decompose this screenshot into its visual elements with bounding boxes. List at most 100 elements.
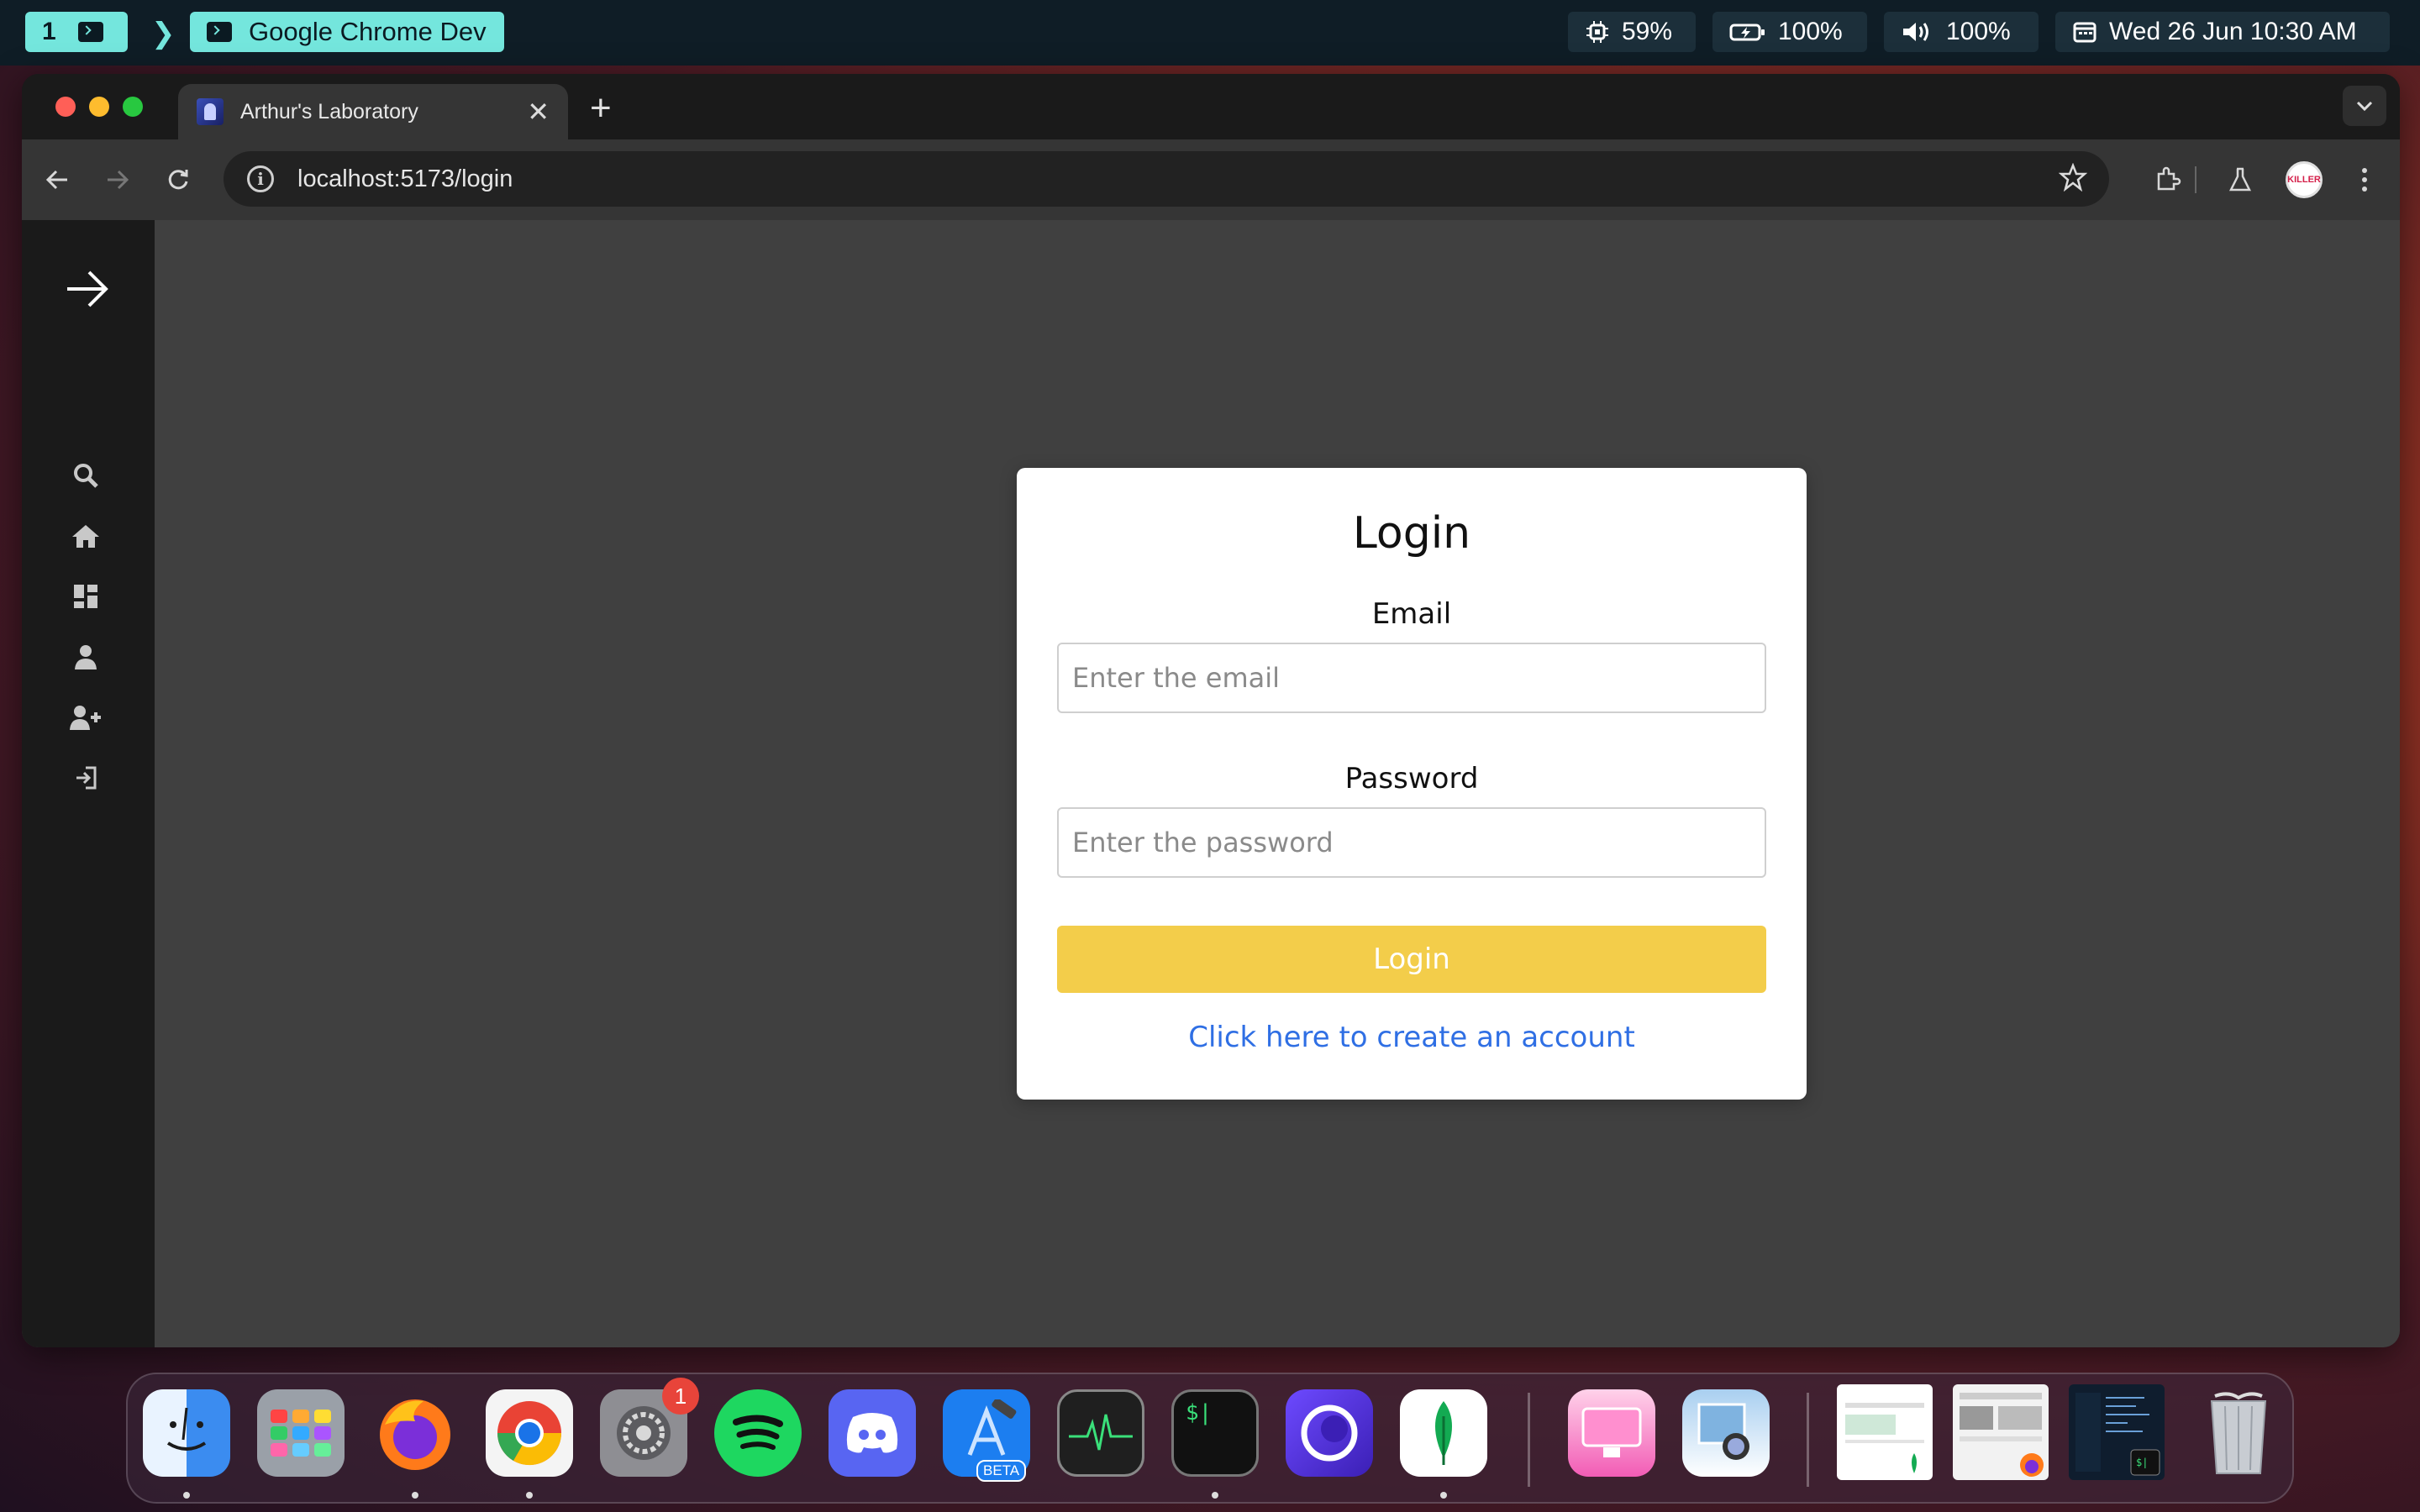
- battery-charging-icon: [1729, 24, 1765, 41]
- chevron-right-icon: ❯: [151, 18, 176, 50]
- labs-button[interactable]: [2223, 163, 2257, 197]
- minimize-window-button[interactable]: [89, 97, 109, 117]
- volume-status[interactable]: 100%: [1884, 12, 2039, 52]
- chevron-down-icon: [2356, 101, 2373, 112]
- speaker-icon: [1903, 23, 1928, 41]
- sidebar-item-home[interactable]: [67, 517, 104, 554]
- search-icon: [74, 464, 98, 488]
- login-icon: [76, 766, 97, 790]
- url-text[interactable]: localhost:5173/login: [297, 165, 513, 193]
- activity-monitor-icon: [1069, 1414, 1133, 1451]
- menu-bar: 1 ❯ Google Chrome Dev 59% 100% 100% Wed …: [0, 0, 2420, 66]
- battery-value: 100%: [1778, 18, 1843, 45]
- tab-close-icon[interactable]: ✕: [527, 96, 550, 128]
- dock-minimized-window[interactable]: [1953, 1384, 2049, 1480]
- back-arrow-icon: [45, 170, 67, 190]
- dock-system-settings[interactable]: 1: [600, 1378, 699, 1477]
- running-indicator: [526, 1492, 533, 1499]
- svg-text:$|: $|: [2136, 1457, 2148, 1468]
- flask-icon: [2228, 167, 2252, 192]
- cpu-icon: [1586, 21, 1608, 43]
- site-info-icon[interactable]: i: [247, 165, 274, 192]
- dock-proton-vpn[interactable]: [1286, 1389, 1373, 1477]
- sidebar-item-dashboard[interactable]: [67, 578, 104, 615]
- dock-xcode-beta[interactable]: BETA: [943, 1389, 1030, 1482]
- workspace-indicator[interactable]: 1: [25, 12, 128, 52]
- discord-icon: [846, 1413, 898, 1453]
- running-indicator: [1212, 1492, 1218, 1499]
- dock-preview[interactable]: [1682, 1389, 1770, 1477]
- sidebar-item-search[interactable]: [67, 457, 104, 494]
- dock-mongodb-compass[interactable]: [1400, 1389, 1487, 1477]
- sidebar-item-register[interactable]: [67, 699, 104, 736]
- bookmark-star-icon[interactable]: [2059, 163, 2087, 192]
- running-indicator: [1440, 1492, 1447, 1499]
- user-icon: [75, 645, 97, 669]
- login-title: Login: [1352, 508, 1471, 559]
- address-bar[interactable]: i localhost:5173/login: [224, 151, 2109, 207]
- email-label: Email: [1371, 597, 1452, 631]
- active-app-indicator[interactable]: Google Chrome Dev: [190, 12, 504, 52]
- email-field[interactable]: [1057, 643, 1766, 713]
- cpu-status[interactable]: 59%: [1568, 12, 1696, 52]
- sidebar-item-login[interactable]: [67, 759, 104, 796]
- window-thumbnail-icon: $|: [2075, 1393, 2160, 1476]
- mongodb-leaf-icon: [1435, 1401, 1452, 1465]
- preview-icon: [1697, 1403, 1749, 1460]
- workspace-number: 1: [42, 18, 56, 45]
- window-thumbnail-icon: [1845, 1403, 1924, 1473]
- tab-title: Arthur's Laboratory: [240, 99, 418, 123]
- login-button[interactable]: Login: [1057, 926, 1766, 993]
- battery-status[interactable]: 100%: [1712, 12, 1867, 52]
- running-indicator: [183, 1492, 190, 1499]
- dock-firefox[interactable]: [371, 1389, 459, 1477]
- browser-window: Arthur's Laboratory ✕ + i localhost:5173…: [22, 74, 2400, 1347]
- trash-icon: [2210, 1392, 2267, 1474]
- login-card: Login Email Password Login Click here to…: [1017, 468, 1807, 1100]
- spotify-icon: [733, 1415, 783, 1450]
- close-window-button[interactable]: [55, 97, 76, 117]
- dock-activity-monitor[interactable]: [1057, 1389, 1144, 1477]
- web-page: Login Email Password Login Click here to…: [22, 220, 2400, 1347]
- app-sidebar: [22, 220, 155, 1347]
- toolbar-divider: [2195, 166, 2196, 193]
- sidebar-item-profile[interactable]: [67, 638, 104, 675]
- new-tab-button[interactable]: +: [590, 87, 612, 129]
- sidebar-expand-button[interactable]: [64, 265, 111, 312]
- dock-cleanmymac[interactable]: [1568, 1389, 1655, 1477]
- firefox-icon: [380, 1399, 450, 1470]
- maximize-window-button[interactable]: [123, 97, 143, 117]
- dock-minimized-window[interactable]: $|: [2069, 1384, 2165, 1480]
- reload-button[interactable]: [158, 160, 198, 200]
- dock: 1 BETA $| $|: [126, 1373, 2294, 1504]
- avatar-text: KILLER: [2287, 175, 2321, 185]
- volume-value: 100%: [1946, 18, 2011, 45]
- tab-search-button[interactable]: [2343, 86, 2386, 126]
- extensions-button[interactable]: [2151, 163, 2185, 197]
- dock-chrome-dev[interactable]: [486, 1389, 573, 1477]
- user-add-icon: [70, 706, 101, 730]
- create-account-link[interactable]: Click here to create an account: [1017, 1021, 1807, 1054]
- dock-terminal[interactable]: $|: [1171, 1389, 1259, 1477]
- dock-separator: [1528, 1393, 1530, 1487]
- puzzle-icon: [2157, 166, 2181, 191]
- profile-avatar[interactable]: KILLER: [2286, 161, 2323, 198]
- forward-button[interactable]: [97, 160, 138, 200]
- dock-trash[interactable]: [2195, 1389, 2282, 1477]
- dashboard-icon: [74, 585, 97, 608]
- dock-discord[interactable]: [829, 1389, 916, 1477]
- dock-separator: [1807, 1393, 1809, 1487]
- browser-menu-button[interactable]: [2348, 163, 2381, 197]
- beta-badge: BETA: [976, 1460, 1027, 1482]
- datetime-status[interactable]: Wed 26 Jun 10:30 AM: [2055, 12, 2390, 52]
- dock-launchpad[interactable]: [257, 1389, 345, 1477]
- tab-active[interactable]: Arthur's Laboratory ✕: [178, 84, 568, 139]
- back-button[interactable]: [37, 160, 77, 200]
- dock-finder[interactable]: [143, 1389, 230, 1477]
- password-field[interactable]: [1057, 807, 1766, 878]
- forward-arrow-icon: [108, 170, 129, 190]
- app-window-icon: [207, 22, 232, 42]
- dock-spotify[interactable]: [714, 1389, 802, 1477]
- proton-icon: [1301, 1404, 1358, 1462]
- dock-minimized-window[interactable]: [1837, 1384, 1933, 1480]
